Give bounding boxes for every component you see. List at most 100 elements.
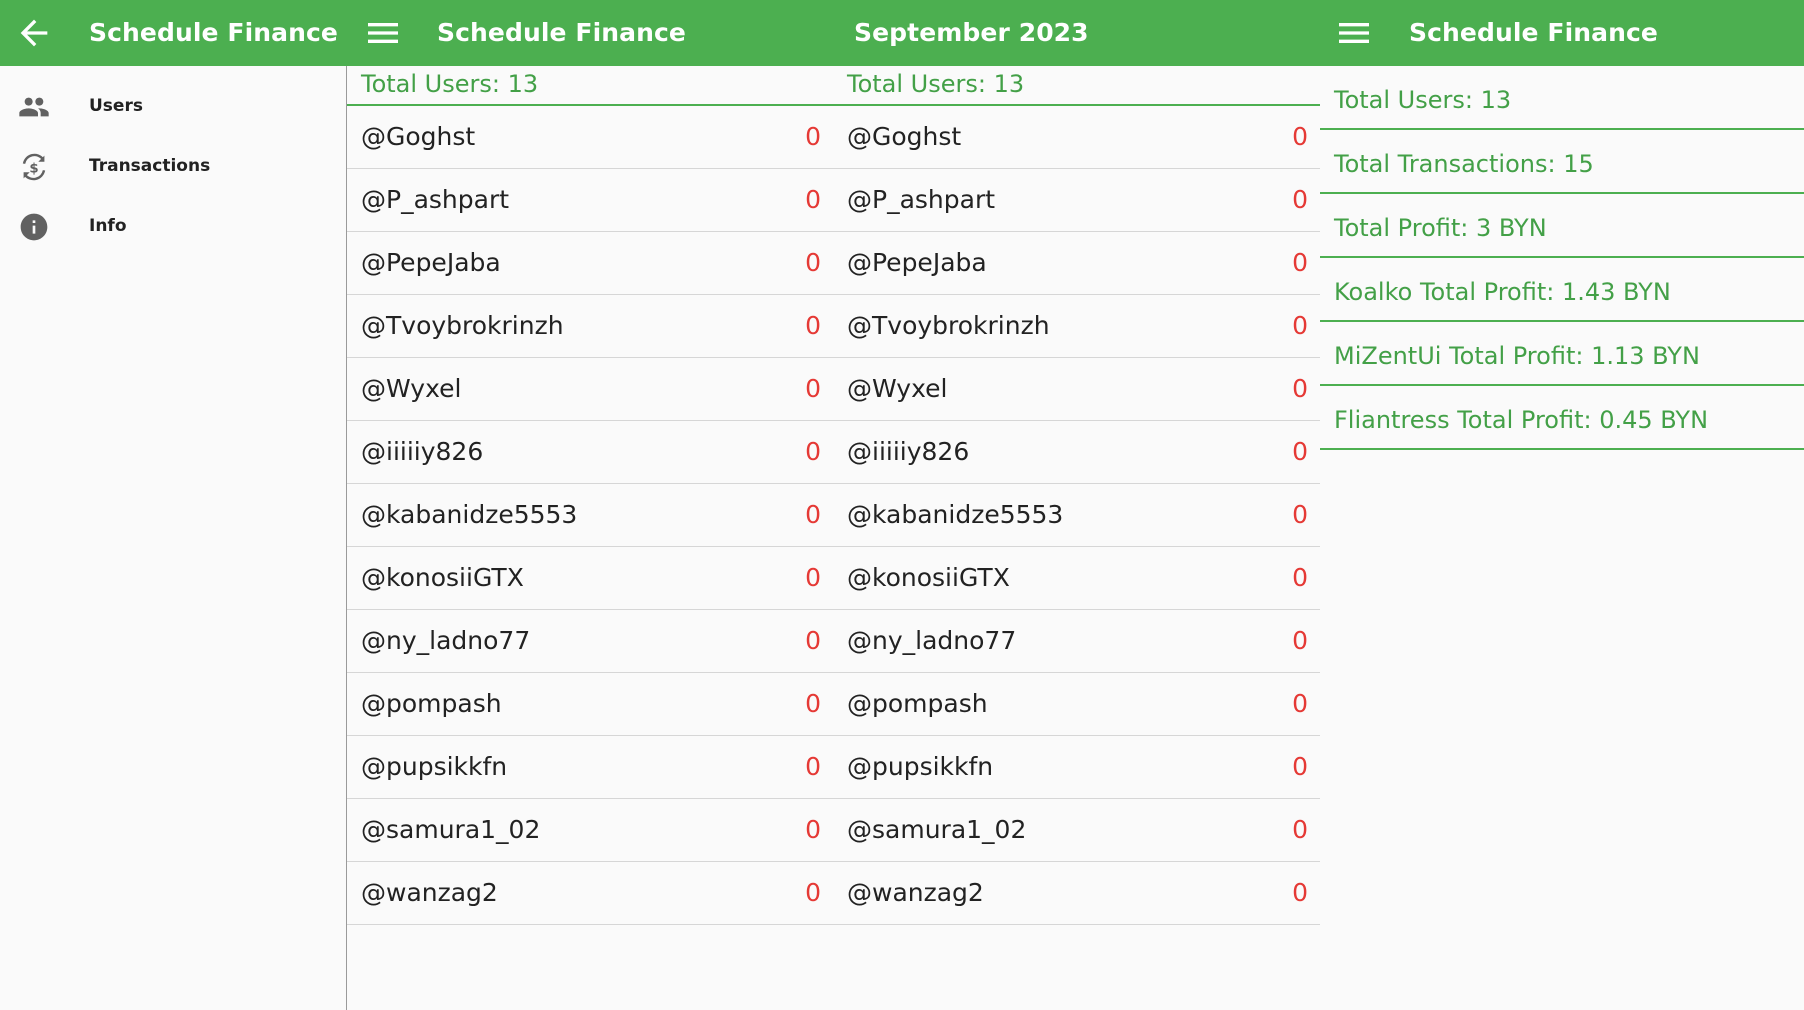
list-item[interactable]: @ny_ladno77 0 xyxy=(347,610,833,673)
list-item[interactable]: @samura1_02 0 xyxy=(347,799,833,862)
list-item[interactable]: @ny_ladno77 0 xyxy=(833,610,1320,673)
user-name: @iiiiiy826 xyxy=(847,437,970,466)
user-name: @ny_ladno77 xyxy=(847,626,1017,655)
user-balance: 0 xyxy=(1292,815,1308,844)
stat-label: MiZentUi Total Profit: 1.13 BYN xyxy=(1334,342,1700,370)
hamburger-menu-icon[interactable] xyxy=(1334,13,1374,53)
user-name: @wanzag2 xyxy=(847,878,984,907)
user-balance: 0 xyxy=(1292,563,1308,592)
user-balance: 0 xyxy=(805,374,821,403)
user-name: @kabanidze5553 xyxy=(847,500,1064,529)
user-name: @pompash xyxy=(361,689,502,718)
users-screen: Schedule Finance Total Users: 13 @Goghst… xyxy=(347,0,833,1010)
user-name: @Tvoybrokrinzh xyxy=(847,311,1050,340)
stat-total-users: Total Users: 13 xyxy=(1320,66,1804,130)
info-icon xyxy=(18,211,50,243)
hamburger-menu-icon[interactable] xyxy=(363,13,403,53)
stat-total-transactions: Total Transactions: 15 xyxy=(1320,130,1804,194)
user-name: @Goghst xyxy=(361,122,476,151)
svg-text:$: $ xyxy=(29,161,38,176)
users-icon xyxy=(18,91,50,123)
drawer-app-bar: Schedule Finance xyxy=(0,0,347,66)
list-item[interactable]: @PepeJaba 0 xyxy=(347,232,833,295)
month-title: September 2023 xyxy=(854,18,1089,47)
list-item[interactable]: @P_ashpart 0 xyxy=(347,169,833,232)
user-name: @wanzag2 xyxy=(361,878,498,907)
user-balance: 0 xyxy=(1292,374,1308,403)
sidebar-item-users[interactable]: Users xyxy=(0,76,346,136)
user-balance: 0 xyxy=(805,311,821,340)
sidebar-item-label: Transactions xyxy=(89,156,211,176)
app-title: Schedule Finance xyxy=(1409,18,1658,47)
list-item[interactable]: @P_ashpart 0 xyxy=(833,169,1320,232)
list-item[interactable]: @konosiiGTX 0 xyxy=(347,547,833,610)
arrow-left-icon[interactable] xyxy=(14,13,54,53)
user-balance: 0 xyxy=(1292,122,1308,151)
total-users-header: Total Users: 13 xyxy=(347,66,833,106)
info-app-bar: Schedule Finance xyxy=(1320,0,1804,66)
user-balance: 0 xyxy=(1292,500,1308,529)
total-users-header: Total Users: 13 xyxy=(833,66,1320,106)
user-balance: 0 xyxy=(805,122,821,151)
user-name: @Goghst xyxy=(847,122,962,151)
total-users-label: Total Users: 13 xyxy=(847,70,1025,98)
user-balance: 0 xyxy=(1292,626,1308,655)
list-item[interactable]: @pompash 0 xyxy=(833,673,1320,736)
list-item[interactable]: @PepeJaba 0 xyxy=(833,232,1320,295)
list-item[interactable]: @kabanidze5553 0 xyxy=(833,484,1320,547)
sidebar-item-label: Info xyxy=(89,216,127,236)
user-balance: 0 xyxy=(1292,185,1308,214)
users-app-bar: Schedule Finance xyxy=(347,0,833,66)
user-name: @Wyxel xyxy=(847,374,948,403)
list-item[interactable]: @pompash 0 xyxy=(347,673,833,736)
currency-exchange-icon: $ xyxy=(18,151,50,183)
list-item[interactable]: @Tvoybrokrinzh 0 xyxy=(833,295,1320,358)
list-item[interactable]: @samura1_02 0 xyxy=(833,799,1320,862)
list-item[interactable]: @Goghst 0 xyxy=(833,106,1320,169)
user-name: @konosiiGTX xyxy=(847,563,1010,592)
user-balance: 0 xyxy=(805,185,821,214)
stat-total-profit: Total Profit: 3 BYN xyxy=(1320,194,1804,258)
user-name: @PepeJaba xyxy=(361,248,501,277)
sidebar-item-info[interactable]: Info xyxy=(0,196,346,256)
user-name: @pompash xyxy=(847,689,988,718)
app-title: Schedule Finance xyxy=(89,18,338,47)
user-balance: 0 xyxy=(1292,248,1308,277)
app-title: Schedule Finance xyxy=(437,18,686,47)
user-list: @Goghst 0 @P_ashpart 0 @PepeJaba 0 @Tvoybrokri… xyxy=(347,106,833,925)
user-balance: 0 xyxy=(805,437,821,466)
stat-mizentui-profit: MiZentUi Total Profit: 1.13 BYN xyxy=(1320,322,1804,386)
user-name: @iiiiiy826 xyxy=(361,437,484,466)
list-item[interactable]: @pupsikkfn 0 xyxy=(347,736,833,799)
list-item[interactable]: @kabanidze5553 0 xyxy=(347,484,833,547)
user-balance: 0 xyxy=(805,563,821,592)
list-item[interactable]: @pupsikkfn 0 xyxy=(833,736,1320,799)
user-name: @Wyxel xyxy=(361,374,462,403)
list-item[interactable]: @konosiiGTX 0 xyxy=(833,547,1320,610)
list-item[interactable]: @iiiiiy826 0 xyxy=(833,421,1320,484)
user-balance: 0 xyxy=(805,500,821,529)
info-screen: Schedule Finance Total Users: 13 Total T… xyxy=(1320,0,1804,1010)
list-item[interactable]: @iiiiiy826 0 xyxy=(347,421,833,484)
list-item[interactable]: @wanzag2 0 xyxy=(347,862,833,925)
user-name: @pupsikkfn xyxy=(847,752,994,781)
user-name: @konosiiGTX xyxy=(361,563,524,592)
user-balance: 0 xyxy=(1292,311,1308,340)
list-item[interactable]: @Wyxel 0 xyxy=(833,358,1320,421)
user-balance: 0 xyxy=(805,878,821,907)
list-item[interactable]: @wanzag2 0 xyxy=(833,862,1320,925)
user-name: @PepeJaba xyxy=(847,248,987,277)
list-item[interactable]: @Goghst 0 xyxy=(347,106,833,169)
user-name: @pupsikkfn xyxy=(361,752,508,781)
user-balance: 0 xyxy=(805,815,821,844)
user-balance: 0 xyxy=(805,626,821,655)
sidebar-item-transactions[interactable]: $ Transactions xyxy=(0,136,346,196)
user-balance: 0 xyxy=(805,689,821,718)
user-balance: 0 xyxy=(805,752,821,781)
user-balance: 0 xyxy=(1292,878,1308,907)
user-list: @Goghst 0 @P_ashpart 0 @PepeJaba 0 @Tvoybrokri… xyxy=(833,106,1320,925)
user-name: @samura1_02 xyxy=(847,815,1027,844)
stat-koalko-profit: Koalko Total Profit: 1.43 BYN xyxy=(1320,258,1804,322)
list-item[interactable]: @Tvoybrokrinzh 0 xyxy=(347,295,833,358)
list-item[interactable]: @Wyxel 0 xyxy=(347,358,833,421)
